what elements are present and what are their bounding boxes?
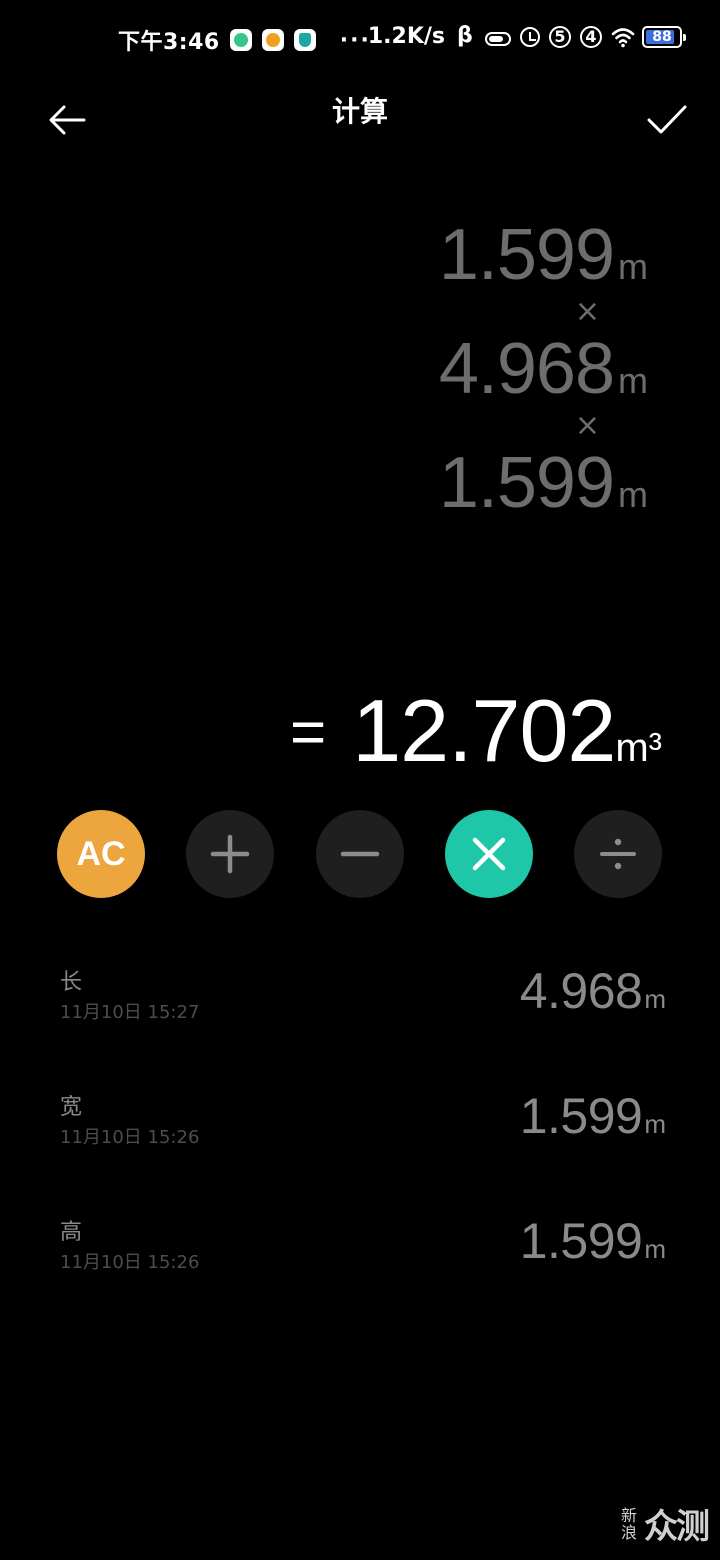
more-notifications-icon: ··· xyxy=(339,27,371,53)
divide-icon xyxy=(600,838,636,870)
notification-app-icon-2 xyxy=(261,29,284,51)
operand-unit: m xyxy=(618,474,648,515)
status-bar: 下午3:46 ··· 1.2K/s 5 4 88 xyxy=(0,0,720,80)
multiply-button[interactable] xyxy=(445,810,533,898)
watermark-small-top: 新 xyxy=(620,1505,637,1525)
operand-2: 4.968 m xyxy=(148,324,648,414)
watermark-small: 新 浪 xyxy=(620,1507,638,1541)
history-unit: m xyxy=(644,984,666,1014)
clear-button[interactable]: AC xyxy=(57,810,145,898)
history-unit: m xyxy=(644,1109,666,1139)
divide-button[interactable] xyxy=(574,810,662,898)
minus-icon xyxy=(340,851,380,857)
bluetooth-icon xyxy=(454,23,476,48)
history-unit: m xyxy=(644,1234,666,1264)
history-measure: 1.599m xyxy=(520,1212,666,1270)
history-label: 长 xyxy=(60,970,83,995)
confirm-button[interactable] xyxy=(646,102,688,138)
watermark-small-bottom: 浪 xyxy=(620,1522,637,1542)
operand-value: 1.599 xyxy=(438,443,615,523)
clear-label: AC xyxy=(76,834,126,873)
net-speed: 1.2K/s xyxy=(367,24,445,49)
alarm-icon xyxy=(520,26,540,47)
operand-value: 4.968 xyxy=(438,329,615,409)
status-right: 1.2K/s 5 4 88 xyxy=(367,23,686,49)
battery-icon: 88 xyxy=(642,25,686,48)
status-time: 下午3:46 xyxy=(118,30,220,55)
watermark: 新 浪 众测 xyxy=(620,1499,710,1548)
equals-sign: = xyxy=(289,698,327,767)
toggle-status-icon xyxy=(485,31,511,46)
notification-app-icon-3 xyxy=(293,29,316,51)
history-time: 11月10日 15:27 xyxy=(60,1002,200,1023)
operator-buttons: AC xyxy=(57,810,663,900)
multiply-icon xyxy=(472,837,506,871)
minus-button[interactable] xyxy=(316,810,404,898)
page-title: 计算 xyxy=(331,95,388,128)
wifi-icon xyxy=(611,26,635,48)
operator-1: × xyxy=(574,294,600,329)
history-measure: 1.599m xyxy=(520,1087,666,1145)
operand-1: 1.599 m xyxy=(148,210,648,300)
history-label: 宽 xyxy=(60,1095,83,1120)
signal-5-icon: 5 xyxy=(549,25,571,48)
signal-4-icon: 4 xyxy=(580,25,602,48)
history-value: 4.968 xyxy=(519,963,643,1019)
plus-icon xyxy=(210,834,250,874)
history-item-length[interactable]: 长 11月10日 15:27 4.968m xyxy=(0,950,720,1075)
status-left: 下午3:46 ··· xyxy=(118,24,371,56)
operand-unit: m xyxy=(618,360,648,401)
notification-app-icon-1 xyxy=(229,29,252,51)
battery-level: 88 xyxy=(652,28,672,45)
operand-unit: m xyxy=(618,246,648,287)
watermark-big: 众测 xyxy=(644,1507,710,1547)
history-value: 1.599 xyxy=(519,1213,643,1269)
history-item-height[interactable]: 高 11月10日 15:26 1.599m xyxy=(0,1200,720,1325)
check-icon xyxy=(647,105,687,134)
expression: 1.599 m × 4.968 m × 1.599 m xyxy=(148,210,648,528)
operator-2: × xyxy=(574,408,600,443)
header: 计算 xyxy=(0,80,720,160)
plus-button[interactable] xyxy=(186,810,274,898)
result-unit: m³ xyxy=(615,726,662,770)
history-value: 1.599 xyxy=(519,1088,643,1144)
operand-value: 1.599 xyxy=(438,215,615,295)
result: = 12.702m³ xyxy=(290,680,662,782)
operand-3: 1.599 m xyxy=(148,438,648,528)
history-item-width[interactable]: 宽 11月10日 15:26 1.599m xyxy=(0,1075,720,1200)
history-list: 长 11月10日 15:27 4.968m 宽 11月10日 15:26 1.5… xyxy=(0,950,720,1325)
history-measure: 4.968m xyxy=(520,962,666,1020)
history-time: 11月10日 15:26 xyxy=(60,1127,200,1148)
history-time: 11月10日 15:26 xyxy=(60,1252,200,1273)
result-value: 12.702 xyxy=(352,681,616,780)
history-label: 高 xyxy=(60,1220,83,1245)
